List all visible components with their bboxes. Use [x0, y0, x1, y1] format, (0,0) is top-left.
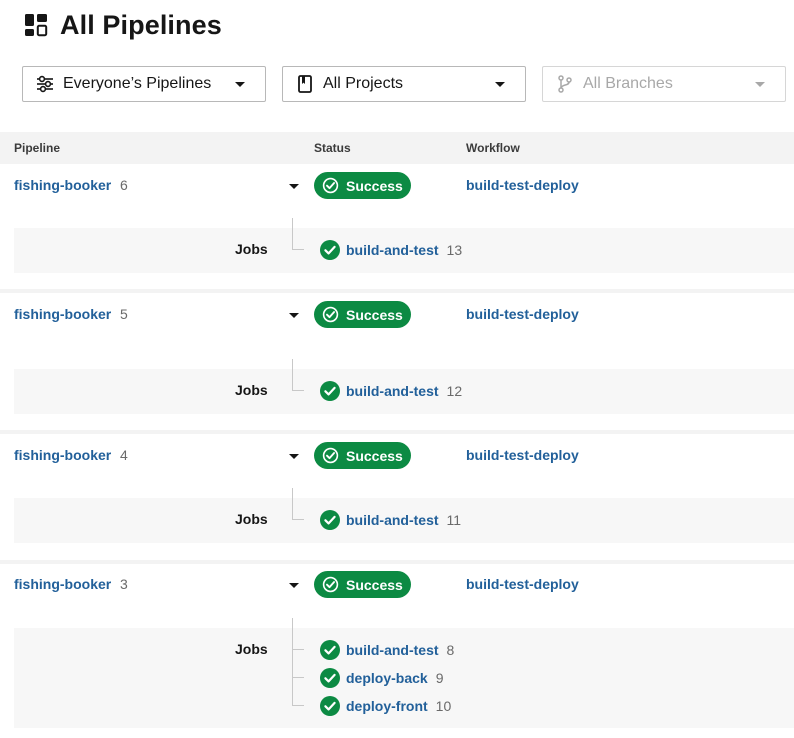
job-number: 13 [446, 242, 463, 258]
check-circle-icon [320, 381, 340, 401]
check-circle-icon [322, 177, 339, 194]
column-header-pipeline: Pipeline [14, 141, 61, 155]
job-number: 9 [435, 670, 444, 686]
check-circle-icon [320, 240, 340, 260]
job-tree-branch [292, 390, 304, 391]
job-tree-branch [292, 705, 304, 706]
dashboard-icon [25, 14, 48, 37]
project-bookmark-icon [298, 75, 312, 93]
status-label: Success [346, 306, 403, 323]
job-tree-branch [292, 677, 304, 678]
job-link[interactable]: deploy-front [346, 698, 428, 714]
status-badge[interactable]: Success [314, 172, 411, 199]
pipeline-number: 4 [120, 447, 128, 463]
workflow-link[interactable]: build-test-deploy [466, 447, 579, 463]
check-circle-icon [322, 447, 339, 464]
pipelines-filter-dropdown[interactable]: Everyone’s Pipelines [22, 66, 266, 102]
pipeline-project-link[interactable]: fishing-booker [14, 306, 111, 322]
pipeline-row: fishing-booker 4 Success build-test-depl… [0, 430, 794, 560]
jobs-label: Jobs [235, 241, 268, 257]
job-link[interactable]: build-and-test [346, 242, 439, 258]
expand-caret-icon[interactable] [289, 454, 299, 459]
status-badge[interactable]: Success [314, 442, 411, 469]
status-badge[interactable]: Success [314, 571, 411, 598]
projects-filter-dropdown[interactable]: All Projects [282, 66, 526, 102]
job-item: build-and-test 8 [320, 639, 454, 661]
check-circle-icon [320, 640, 340, 660]
check-circle-icon [320, 696, 340, 716]
pipeline-row: fishing-booker 6 Success build-test-depl… [0, 164, 794, 289]
job-tree-branch [292, 249, 304, 250]
jobs-panel: Jobs build-and-test 12 [14, 359, 794, 414]
job-item: build-and-test 13 [320, 239, 462, 261]
pipeline-number: 3 [120, 576, 128, 592]
status-label: Success [346, 447, 403, 464]
branches-filter-dropdown[interactable]: All Branches [542, 66, 786, 102]
check-circle-icon [320, 668, 340, 688]
job-item: build-and-test 12 [320, 380, 462, 402]
status-label: Success [346, 177, 403, 194]
job-link[interactable]: build-and-test [346, 512, 439, 528]
jobs-label: Jobs [235, 511, 268, 527]
jobs-label: Jobs [235, 382, 268, 398]
column-header-workflow: Workflow [466, 141, 520, 155]
job-number: 12 [446, 383, 463, 399]
row-separator [0, 560, 794, 564]
branch-icon [558, 75, 572, 93]
job-tree-branch [292, 649, 304, 650]
job-item: build-and-test 11 [320, 509, 461, 531]
pipeline-row: fishing-booker 5 Success build-test-depl… [0, 289, 794, 430]
job-link[interactable]: deploy-back [346, 670, 428, 686]
job-number: 11 [446, 512, 462, 528]
branches-filter-label: All Branches [583, 75, 673, 92]
chevron-down-icon [235, 81, 245, 87]
check-circle-icon [322, 576, 339, 593]
workflow-link[interactable]: build-test-deploy [466, 177, 579, 193]
filter-bar: Everyone’s Pipelines All Projects All Br… [22, 66, 786, 102]
job-item: deploy-front 10 [320, 695, 451, 717]
job-tree-line [292, 359, 293, 390]
job-link[interactable]: build-and-test [346, 642, 439, 658]
job-tree-line [292, 218, 293, 249]
workflow-link[interactable]: build-test-deploy [466, 576, 579, 592]
check-circle-icon [320, 510, 340, 530]
pipeline-project-link[interactable]: fishing-booker [14, 177, 111, 193]
job-tree-branch [292, 519, 304, 520]
pipeline-number: 6 [120, 177, 128, 193]
table-header: Pipeline Status Workflow [0, 132, 794, 164]
chevron-down-icon [495, 81, 505, 87]
expand-caret-icon[interactable] [289, 313, 299, 318]
jobs-panel: Jobs build-and-test 13 [14, 218, 794, 273]
workflow-link[interactable]: build-test-deploy [466, 306, 579, 322]
pipeline-row: fishing-booker 3 Success build-test-depl… [0, 560, 794, 738]
row-separator [0, 430, 794, 434]
expand-caret-icon[interactable] [289, 184, 299, 189]
pipelines-filter-label: Everyone’s Pipelines [63, 75, 212, 92]
projects-filter-label: All Projects [323, 75, 404, 92]
jobs-panel: Jobs build-and-test 8 deploy-back 9 depl… [14, 618, 794, 728]
job-tree-line [292, 618, 293, 705]
status-badge[interactable]: Success [314, 301, 411, 328]
filter-sliders-icon [37, 75, 53, 93]
pipeline-number: 5 [120, 306, 128, 322]
column-header-status: Status [314, 141, 351, 155]
job-item: deploy-back 9 [320, 667, 444, 689]
job-number: 8 [446, 642, 455, 658]
expand-caret-icon[interactable] [289, 583, 299, 588]
page-title: All Pipelines [60, 9, 222, 40]
jobs-label: Jobs [235, 641, 268, 657]
pipeline-project-link[interactable]: fishing-booker [14, 447, 111, 463]
job-number: 10 [435, 698, 452, 714]
job-tree-line [292, 488, 293, 519]
check-circle-icon [322, 306, 339, 323]
job-link[interactable]: build-and-test [346, 383, 439, 399]
page-header: All Pipelines [24, 8, 222, 42]
pipeline-project-link[interactable]: fishing-booker [14, 576, 111, 592]
row-separator [0, 289, 794, 293]
jobs-panel: Jobs build-and-test 11 [14, 488, 794, 543]
status-label: Success [346, 576, 403, 593]
chevron-down-icon [755, 81, 765, 87]
